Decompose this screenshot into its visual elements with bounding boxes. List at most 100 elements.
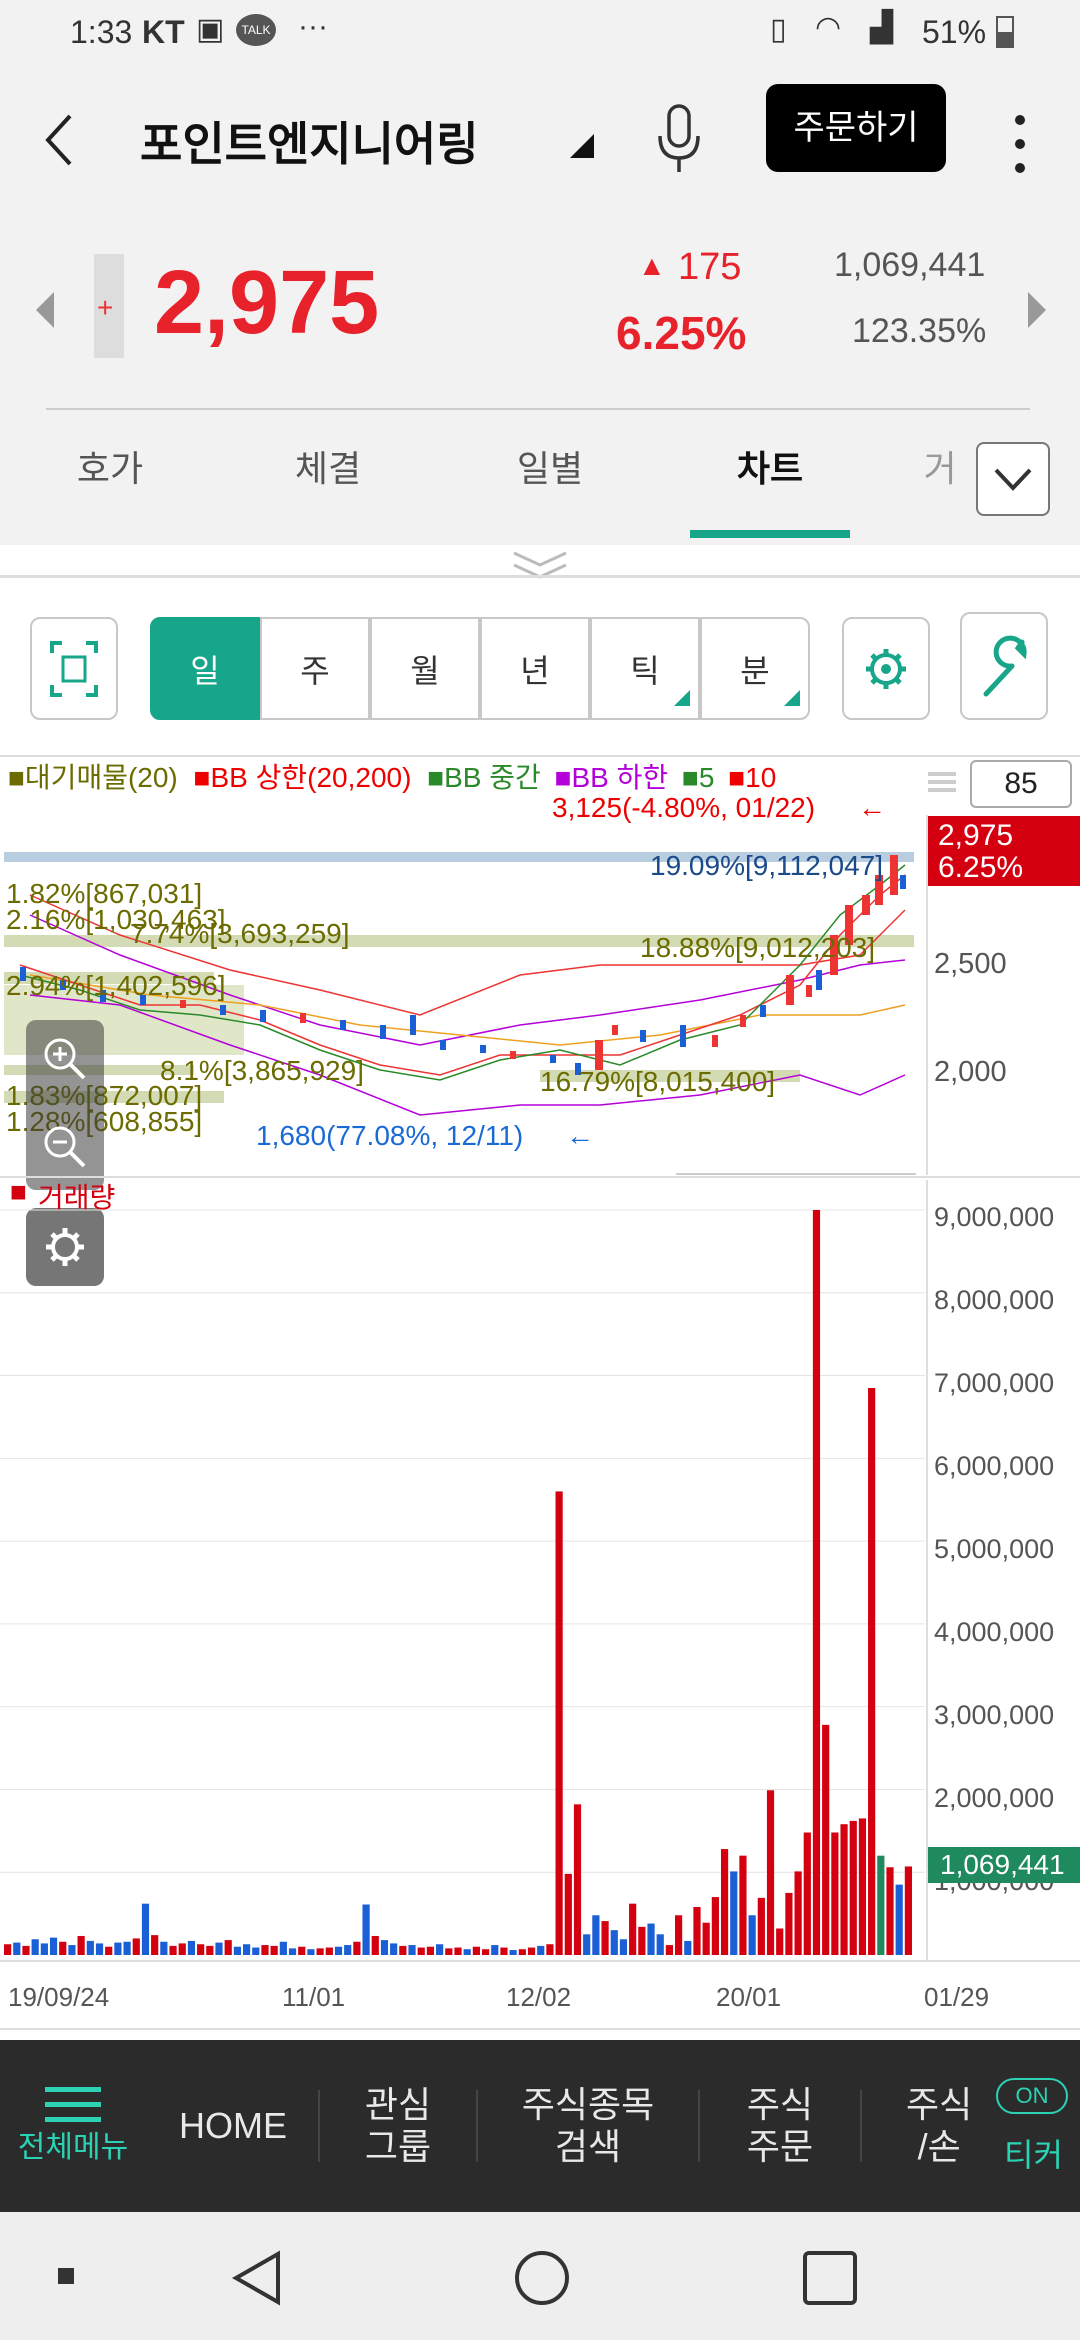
volume-bar [123,1941,131,1955]
volume-bar [665,1945,674,1955]
volume-bar [481,1949,490,1955]
volume-bar [555,1491,563,1955]
tab-trades[interactable]: 체결 [258,440,398,492]
wifi-icon: ◠ [815,11,842,44]
chart-settings-button[interactable] [842,617,930,720]
zoom-out-icon[interactable] [38,1120,92,1174]
vibrate-icon: ▯ [770,13,787,46]
menu-lines-icon[interactable] [928,768,956,798]
volume-axis-label: 5,000,000 [934,1534,1055,1564]
submenu-corner-icon [674,690,690,706]
panel-handle[interactable] [0,545,1080,585]
dropdown-triangle-icon[interactable] [566,130,596,160]
tab-expand-button[interactable] [976,442,1050,516]
arrow-left-icon: ← [858,792,886,823]
next-stock-icon[interactable] [1024,290,1048,330]
volume-bar [748,1915,756,1955]
volume-bar [86,1940,94,1955]
chart-legend: ■대기매물(20) ■BB 상한(20,200) ■BB 중간 ■BB 하한 ■… [8,760,776,796]
volume-bar [417,1947,425,1955]
period-yearly[interactable]: 년 [480,617,590,720]
date-label: 01/29 [924,1982,990,2012]
volume-bar [40,1943,48,1955]
volume-bar [537,1945,545,1955]
recents-square-icon[interactable] [800,2248,860,2308]
order-button[interactable]: 주문하기 [766,84,946,172]
volume-bar [426,1946,435,1955]
volume-bar [95,1943,104,1955]
nav-stock-balance[interactable]: 주식 /손 [862,2040,1002,2212]
volume-bar [59,1941,67,1955]
volume-bar [702,1922,710,1955]
volume-bar [454,1947,462,1955]
volume-axis-label: 8,000,000 [934,1285,1055,1315]
prev-stock-icon[interactable] [34,290,58,330]
volume-bar [500,1947,508,1955]
back-icon[interactable] [40,110,80,170]
period-count-input[interactable]: 85 [970,760,1072,808]
volume-bar [592,1915,600,1955]
volume-ratio: 123.35% [852,312,987,350]
volume-bar [546,1944,554,1955]
ticker-toggle[interactable]: ON [996,2078,1068,2114]
tab-chart[interactable]: 차트 [700,440,840,492]
stock-name[interactable]: 포인트엔지니어링 [140,108,479,174]
volume-bar [390,1943,398,1955]
price-bar: + 2,975 ▲ 175 6.25% 1,069,441 123.35% [0,210,1080,411]
zoom-in-icon[interactable] [38,1032,92,1086]
microphone-icon[interactable] [654,102,704,176]
price-axis-label: 2,000 [934,1056,1007,1088]
nav-home[interactable]: HOME [150,2040,316,2212]
fullscreen-button[interactable] [30,617,118,720]
legend-bb-mid-marker: ■ [427,762,445,793]
volume-bar [436,1944,444,1955]
tab-more[interactable]: 거 [910,440,970,492]
volume-axis-label: 6,000,000 [934,1451,1055,1481]
volume-bar [362,1904,370,1955]
more-vertical-icon[interactable] [1008,108,1032,180]
nav-watch-group[interactable]: 관심 그룹 [320,2040,476,2212]
volume-bar [527,1947,536,1955]
volume-bar [518,1949,526,1955]
tab-daily[interactable]: 일별 [480,440,620,492]
price-indicator: + [94,254,124,358]
legend-bb-upper-marker: ■ [193,762,211,793]
volume-bar [730,1871,738,1955]
legend-bb-lower: BB 하한 [571,762,669,793]
vp-label-top: 19.09%[9,112,047] [650,850,884,881]
status-time: 1:33 [70,14,133,50]
home-circle-icon[interactable] [512,2248,572,2308]
period-monthly[interactable]: 월 [370,617,480,720]
volume-bar [472,1946,480,1955]
volume-current-tag: 1,069,441 [928,1847,1080,1883]
talk-icon: TALK [236,14,276,46]
volume-bar [298,1946,306,1955]
volume-bar [766,1790,775,1955]
volume-bar [822,1724,830,1955]
volume-bar [656,1934,664,1955]
volume-bar [197,1944,205,1955]
nav-stock-search[interactable]: 주식종목 검색 [478,2040,698,2212]
price-change-pct: 6.25% [616,307,747,359]
period-weekly[interactable]: 주 [260,617,370,720]
back-triangle-icon[interactable] [228,2248,284,2308]
zoom-controls [26,1020,104,1190]
volume-bar [445,1948,453,1955]
tab-hoga[interactable]: 호가 [40,440,180,492]
nav-stock-order[interactable]: 주식 주문 [700,2040,860,2212]
volume-bar [684,1940,692,1955]
date-label: 12/02 [506,1982,572,2012]
chart-tools-button[interactable] [960,612,1048,720]
volume-bar [583,1934,591,1955]
volume-bar [316,1948,324,1955]
submenu-corner-icon [784,690,800,706]
volume-bar [187,1940,196,1955]
volume-bar [261,1945,269,1955]
legend-vp: 대기매물(20) [24,762,178,793]
volume-bar [77,1935,85,1955]
nav-full-menu[interactable]: 전체메뉴 [0,2040,146,2212]
volume-bar [224,1940,232,1955]
status-carrier: KT [142,14,185,50]
fullscreen-icon [50,641,98,697]
period-daily[interactable]: 일 [150,617,260,720]
